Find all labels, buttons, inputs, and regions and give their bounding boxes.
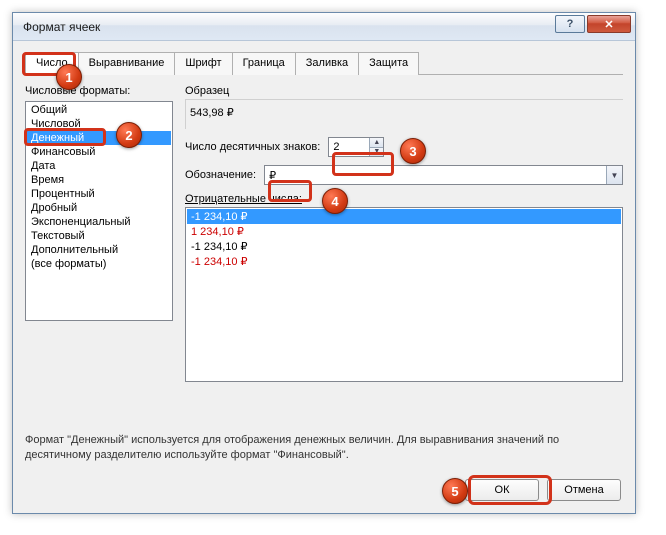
category-list[interactable]: ОбщийЧисловойДенежныйФинансовыйДатаВремя… <box>25 101 173 321</box>
symbol-value: ₽ <box>269 169 276 182</box>
tab-1[interactable]: Выравнивание <box>78 52 176 75</box>
tab-2[interactable]: Шрифт <box>174 52 232 75</box>
chevron-down-icon[interactable]: ▼ <box>606 166 622 184</box>
tab-4[interactable]: Заливка <box>295 52 359 75</box>
format-cells-dialog: Формат ячеек ? ✕ ЧислоВыравниваниеШрифтГ… <box>12 12 636 514</box>
spinner-down-icon[interactable]: ▼ <box>369 148 383 157</box>
decimal-places-spinner[interactable]: 2 ▲ ▼ <box>328 137 384 157</box>
category-item[interactable]: Экспоненциальный <box>27 215 171 229</box>
category-item[interactable]: Финансовый <box>27 145 171 159</box>
annotation-marker-5: 5 <box>442 478 468 504</box>
category-item[interactable]: Общий <box>27 103 171 117</box>
category-item[interactable]: Дополнительный <box>27 243 171 257</box>
annotation-marker-1: 1 <box>56 64 82 90</box>
category-item[interactable]: Денежный <box>27 131 171 145</box>
decimal-places-value: 2 <box>333 141 339 153</box>
decimals-label: Число десятичных знаков: <box>185 141 320 153</box>
negatives-label: Отрицательные числа: <box>185 193 623 205</box>
negative-item[interactable]: 1 234,10 ₽ <box>187 224 621 239</box>
window-buttons: ? ✕ <box>555 15 631 33</box>
category-item[interactable]: Дата <box>27 159 171 173</box>
annotation-marker-3: 3 <box>400 138 426 164</box>
cancel-button[interactable]: Отмена <box>547 479 621 501</box>
sample-value: 543,98 ₽ <box>190 107 234 119</box>
window-title: Формат ячеек <box>23 20 100 34</box>
close-button[interactable]: ✕ <box>587 15 631 33</box>
category-item[interactable]: Процентный <box>27 187 171 201</box>
category-item[interactable]: Текстовый <box>27 229 171 243</box>
sample-label: Образец <box>185 85 623 97</box>
negative-numbers-list[interactable]: -1 234,10 ₽1 234,10 ₽-1 234,10 ₽-1 234,1… <box>185 207 623 382</box>
symbol-label: Обозначение: <box>185 169 256 181</box>
negative-item[interactable]: -1 234,10 ₽ <box>187 254 621 269</box>
category-item[interactable]: Числовой <box>27 117 171 131</box>
help-button[interactable]: ? <box>555 15 585 33</box>
categories-label: Числовые форматы: <box>25 85 173 97</box>
annotation-marker-4: 4 <box>322 188 348 214</box>
titlebar: Формат ячеек ? ✕ <box>13 13 635 41</box>
category-item[interactable]: Дробный <box>27 201 171 215</box>
annotation-marker-2: 2 <box>116 122 142 148</box>
sample-box: 543,98 ₽ <box>185 99 623 129</box>
category-item[interactable]: Время <box>27 173 171 187</box>
tab-5[interactable]: Защита <box>358 52 419 75</box>
symbol-combo[interactable]: ₽ ▼ <box>264 165 623 185</box>
ok-button[interactable]: ОК <box>465 479 539 501</box>
category-item[interactable]: (все форматы) <box>27 257 171 271</box>
format-description: Формат "Денежный" используется для отобр… <box>25 433 623 463</box>
negative-item[interactable]: -1 234,10 ₽ <box>187 209 621 224</box>
spinner-up-icon[interactable]: ▲ <box>369 138 383 148</box>
tabstrip: ЧислоВыравниваниеШрифтГраницаЗаливкаЗащи… <box>25 51 623 75</box>
negative-item[interactable]: -1 234,10 ₽ <box>187 239 621 254</box>
tab-3[interactable]: Граница <box>232 52 296 75</box>
